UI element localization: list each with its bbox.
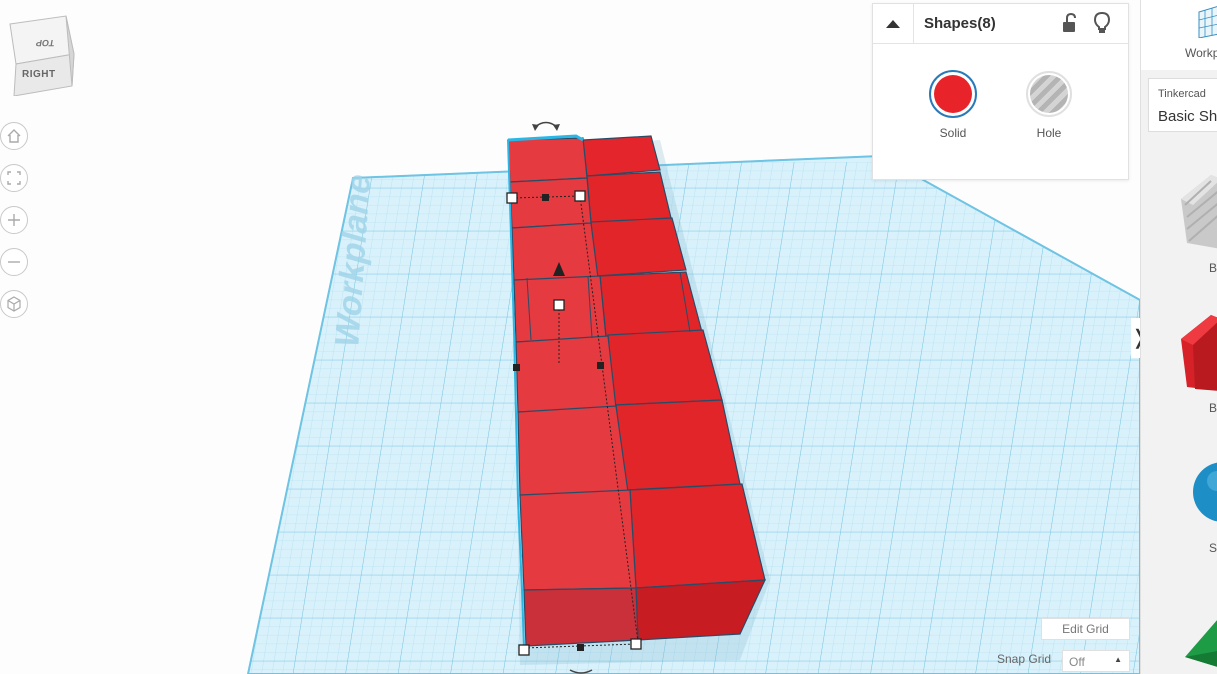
- snap-grid-select[interactable]: Off ▲: [1062, 650, 1130, 672]
- library-name: Basic Sh: [1158, 108, 1217, 125]
- box-shape[interactable]: [582, 135, 661, 177]
- shape-tile-roof[interactable]: [1141, 605, 1217, 674]
- edit-grid-button[interactable]: Edit Grid: [1041, 618, 1130, 640]
- cube-right-label[interactable]: RIGHT: [22, 69, 56, 80]
- box-shape[interactable]: [507, 137, 588, 183]
- box-shape[interactable]: [615, 399, 741, 491]
- snap-grid-label: Snap Grid: [997, 652, 1052, 666]
- shapes-inspector-panel: Shapes(8) Solid Hole: [872, 3, 1129, 180]
- panel-header: Shapes(8): [873, 4, 1128, 44]
- fit-all-icon: [7, 171, 21, 185]
- edge-handle[interactable]: [513, 364, 520, 371]
- perspective-icon: [7, 296, 21, 312]
- box-shape[interactable]: [599, 271, 703, 337]
- corner-handle[interactable]: [506, 192, 518, 204]
- caret-down-icon: ▲: [1114, 655, 1122, 664]
- 3d-viewport[interactable]: Workplane TOP RIGHT Shapes(8) Solid Hole…: [0, 0, 1140, 674]
- box-hole-icon: [1181, 175, 1217, 249]
- hole-button[interactable]: [1026, 71, 1072, 117]
- chevron-up-icon: [886, 20, 900, 28]
- corner-handle[interactable]: [630, 638, 642, 650]
- snap-grid-value: Off: [1069, 655, 1085, 669]
- corner-handle[interactable]: [518, 644, 530, 656]
- box-shape[interactable]: [515, 335, 617, 413]
- box-shape[interactable]: [586, 171, 672, 224]
- zoom-in-button[interactable]: [0, 206, 28, 234]
- zoom-out-icon: [8, 261, 20, 263]
- shape-label: Bo: [1209, 401, 1217, 415]
- home-icon: [7, 129, 21, 143]
- lock-icon[interactable]: [1060, 12, 1080, 34]
- corner-handle[interactable]: [574, 190, 586, 202]
- workplane-grid-icon: [1198, 6, 1217, 38]
- box-shape[interactable]: [519, 489, 637, 591]
- panel-title: Shapes(8): [924, 15, 996, 32]
- box-shape[interactable]: [517, 405, 629, 497]
- collapse-panel-button[interactable]: [873, 4, 914, 44]
- workplane-tool[interactable]: Workp: [1141, 0, 1217, 70]
- cube-top-label[interactable]: TOP: [35, 38, 55, 48]
- box-shape[interactable]: [509, 177, 592, 229]
- shape-tile-box-hole[interactable]: Bo: [1141, 165, 1217, 275]
- edge-handle[interactable]: [577, 644, 584, 651]
- edge-handle[interactable]: [542, 194, 549, 201]
- rotate-arrow-icon[interactable]: [534, 121, 558, 128]
- zoom-in-icon: [8, 214, 20, 226]
- roof-icon: [1185, 620, 1217, 667]
- library-category: Tinkercad: [1158, 88, 1206, 100]
- height-handle[interactable]: [553, 299, 565, 311]
- shape-library-select[interactable]: Tinkercad Basic Sh: [1148, 78, 1217, 132]
- zoom-out-button[interactable]: [0, 248, 28, 276]
- shape-label: Sph: [1209, 541, 1217, 555]
- box-shape[interactable]: [607, 329, 723, 406]
- solid-color-button[interactable]: [929, 70, 977, 118]
- shape-tile-box[interactable]: Bo: [1141, 305, 1217, 415]
- solid-label: Solid: [939, 126, 967, 140]
- shape-tile-sphere[interactable]: Sph: [1141, 455, 1217, 565]
- shape-label: Bo: [1209, 261, 1217, 275]
- box-icon: [1181, 315, 1217, 391]
- box-shape[interactable]: [590, 217, 687, 277]
- home-view-button[interactable]: [0, 122, 28, 150]
- shapes-sidebar: Workp Tinkercad Basic Sh Bo Bo Sph: [1140, 0, 1217, 674]
- edge-handle[interactable]: [597, 362, 604, 369]
- sphere-icon: [1193, 462, 1217, 522]
- perspective-button[interactable]: [0, 290, 28, 318]
- fit-all-button[interactable]: [0, 164, 28, 192]
- view-cube[interactable]: TOP RIGHT: [6, 14, 78, 96]
- box-shape[interactable]: [629, 483, 766, 589]
- hole-label: Hole: [1036, 126, 1062, 140]
- lightbulb-icon[interactable]: [1092, 11, 1112, 35]
- workplane-tool-label: Workp: [1185, 46, 1217, 60]
